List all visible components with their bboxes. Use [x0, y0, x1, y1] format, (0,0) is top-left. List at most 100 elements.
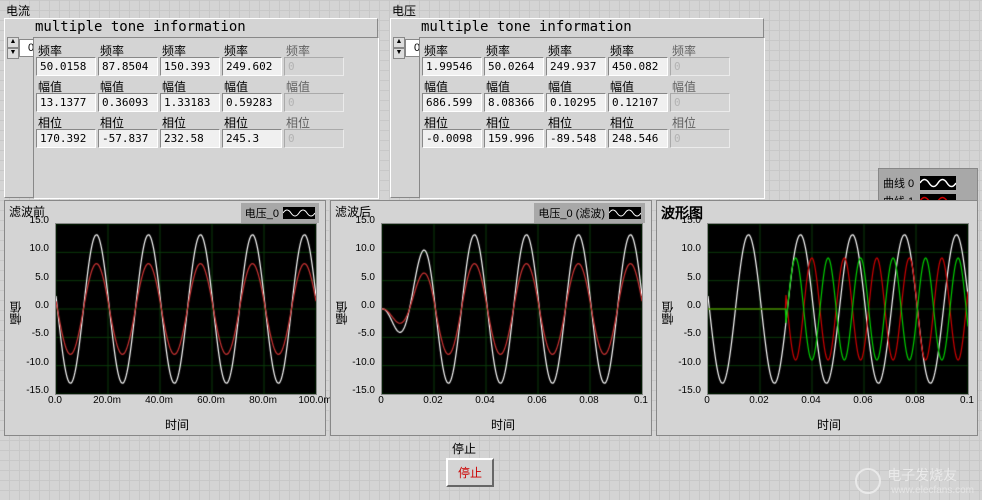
y-tick: -15.0 — [345, 385, 375, 396]
amp-value[interactable]: 1.33183 — [160, 93, 220, 112]
freq-value[interactable]: 249.937 — [546, 57, 606, 76]
phase-value[interactable]: 159.996 — [484, 129, 544, 148]
tone-column: 频率249.937幅值0.10295相位-89.548 — [546, 40, 606, 148]
y-tick: -5.0 — [19, 328, 49, 339]
y-tick: -5.0 — [671, 328, 701, 339]
phase-label: 相位 — [546, 112, 606, 129]
y-tick: 15.0 — [19, 215, 49, 226]
phase-label: 相位 — [608, 112, 668, 129]
y-tick: -10.0 — [345, 357, 375, 368]
y-tick: 10.0 — [345, 243, 375, 254]
chart-right-plot[interactable] — [707, 223, 969, 395]
x-tick: 0.06 — [853, 395, 872, 406]
freq-value[interactable]: 50.0158 — [36, 57, 96, 76]
amp-label: 幅值 — [422, 76, 482, 93]
spin-down-icon[interactable]: ▼ — [7, 48, 19, 59]
x-tick: 0.02 — [749, 395, 768, 406]
amp-value[interactable]: 13.1377 — [36, 93, 96, 112]
chart-mid: 滤波后 电压_0 (滤波) 幅值 时间 -15.0-10.0-5.00.05.0… — [330, 200, 652, 436]
tone-column: 频率249.602幅值0.59283相位245.3 — [222, 40, 282, 148]
phase-value[interactable]: -89.548 — [546, 129, 606, 148]
watermark-text: 电子发烧友 — [887, 465, 974, 485]
chart-left-plot[interactable] — [55, 223, 317, 395]
x-tick: 80.0m — [249, 395, 277, 406]
y-tick: 5.0 — [671, 272, 701, 283]
amp-value[interactable]: 0.59283 — [222, 93, 282, 112]
x-tick: 0.04 — [801, 395, 820, 406]
chart-right: 波形图 幅值 时间 -15.0-10.0-5.00.05.010.015.000… — [656, 200, 978, 436]
y-tick: -15.0 — [671, 385, 701, 396]
x-tick: 0 — [704, 395, 710, 406]
x-tick: 0 — [378, 395, 384, 406]
freq-value[interactable]: 0 — [284, 57, 344, 76]
amp-value[interactable]: 0.10295 — [546, 93, 606, 112]
amp-label: 幅值 — [160, 76, 220, 93]
freq-label: 频率 — [546, 40, 606, 57]
y-tick: -5.0 — [345, 328, 375, 339]
freq-value[interactable]: 0 — [670, 57, 730, 76]
amp-value[interactable]: 0.12107 — [608, 93, 668, 112]
amp-value[interactable]: 0.36093 — [98, 93, 158, 112]
amp-value[interactable]: 8.08366 — [484, 93, 544, 112]
phase-value[interactable]: 0 — [670, 129, 730, 148]
freq-label: 频率 — [670, 40, 730, 57]
phase-value[interactable]: 0 — [284, 129, 344, 148]
tone-title-voltage: multiple tone information — [421, 19, 763, 35]
phase-label: 相位 — [670, 112, 730, 129]
voltage-title: 电压 — [392, 2, 416, 19]
amp-value[interactable]: 0 — [284, 93, 344, 112]
phase-value[interactable]: 170.392 — [36, 129, 96, 148]
y-tick: -10.0 — [671, 357, 701, 368]
x-tick: 20.0m — [93, 395, 121, 406]
y-tick: -15.0 — [19, 385, 49, 396]
amp-label: 幅值 — [546, 76, 606, 93]
chart-left-xlabel: 时间 — [165, 416, 189, 433]
phase-value[interactable]: 245.3 — [222, 129, 282, 148]
amp-value[interactable]: 686.599 — [422, 93, 482, 112]
chart-mid-xlabel: 时间 — [491, 416, 515, 433]
phase-value[interactable]: -0.0098 — [422, 129, 482, 148]
x-tick: 0.02 — [423, 395, 442, 406]
phase-label: 相位 — [284, 112, 344, 129]
tone-column: 频率50.0158幅值13.1377相位170.392 — [36, 40, 96, 148]
x-tick: 0.1 — [960, 395, 974, 406]
amp-value[interactable]: 0 — [670, 93, 730, 112]
stop-button[interactable]: 停止 — [446, 458, 494, 487]
spin-up-icon[interactable]: ▲ — [393, 37, 405, 48]
y-tick: -10.0 — [19, 357, 49, 368]
phase-value[interactable]: 248.546 — [608, 129, 668, 148]
freq-label: 频率 — [160, 40, 220, 57]
freq-value[interactable]: 249.602 — [222, 57, 282, 76]
phase-label: 相位 — [160, 112, 220, 129]
chart-left-legend: 电压_0 — [241, 203, 319, 223]
freq-value[interactable]: 150.393 — [160, 57, 220, 76]
y-tick: 0.0 — [671, 300, 701, 311]
phase-value[interactable]: -57.837 — [98, 129, 158, 148]
phase-label: 相位 — [484, 112, 544, 129]
freq-value[interactable]: 50.0264 — [484, 57, 544, 76]
legend-label: 曲线 0 — [883, 175, 914, 191]
phase-label: 相位 — [222, 112, 282, 129]
amp-label: 幅值 — [222, 76, 282, 93]
freq-value[interactable]: 1.99546 — [422, 57, 482, 76]
tone-column: 频率87.8504幅值0.36093相位-57.837 — [98, 40, 158, 148]
legend-item[interactable]: 曲线 0 — [883, 175, 973, 191]
chart-mid-plot[interactable] — [381, 223, 643, 395]
spin-up-icon[interactable]: ▲ — [7, 37, 19, 48]
watermark-url: www.elecfans.com — [891, 485, 974, 496]
wave-icon — [283, 207, 315, 219]
y-tick: 10.0 — [19, 243, 49, 254]
x-tick: 60.0m — [197, 395, 225, 406]
tone-column: 频率0幅值0相位0 — [284, 40, 344, 148]
freq-value[interactable]: 450.082 — [608, 57, 668, 76]
logo-icon — [855, 468, 881, 494]
spin-down-icon[interactable]: ▼ — [393, 48, 405, 59]
phase-value[interactable]: 232.58 — [160, 129, 220, 148]
tone-column: 频率1.99546幅值686.599相位-0.0098 — [422, 40, 482, 148]
x-tick: 100.0m — [298, 395, 331, 406]
tone-column: 频率0幅值0相位0 — [670, 40, 730, 148]
y-tick: 5.0 — [345, 272, 375, 283]
chart-right-xlabel: 时间 — [817, 416, 841, 433]
x-tick: 0.1 — [634, 395, 648, 406]
freq-value[interactable]: 87.8504 — [98, 57, 158, 76]
